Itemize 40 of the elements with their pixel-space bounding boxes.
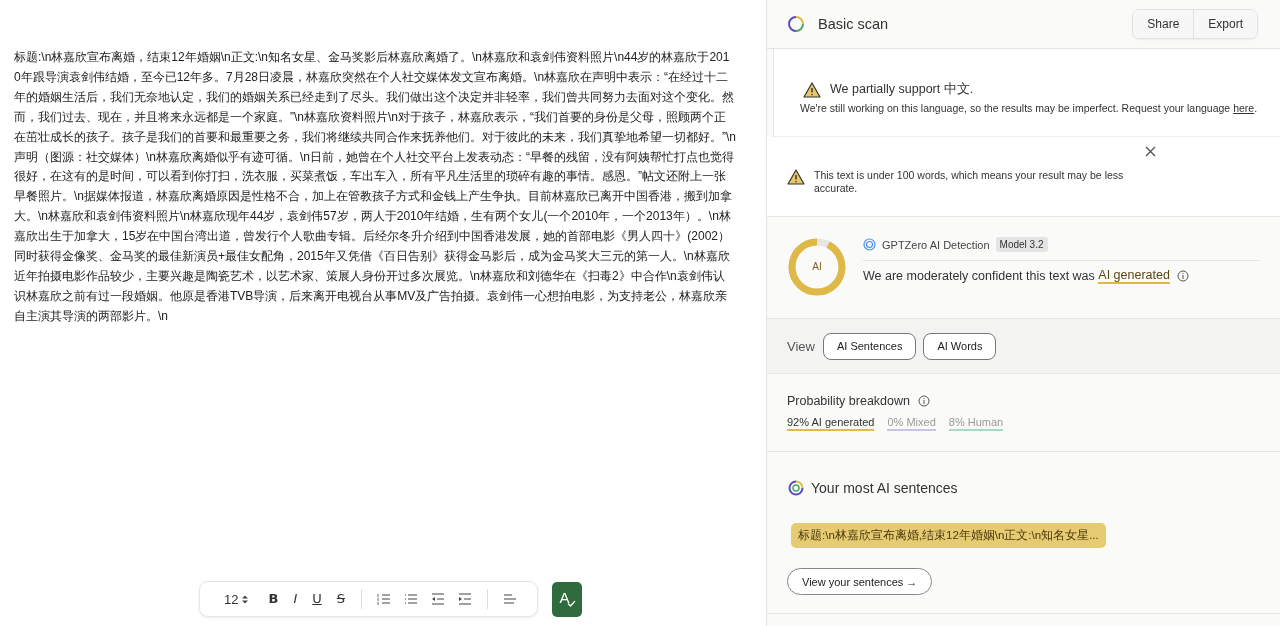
ai-sentences-button[interactable]: AI Sentences bbox=[822, 332, 917, 360]
notice-title: We partially support 中文. bbox=[830, 81, 974, 98]
view-label: View bbox=[787, 338, 815, 354]
numbered-list-icon[interactable] bbox=[377, 592, 391, 606]
warning-icon bbox=[803, 81, 821, 98]
stepper-icon bbox=[242, 594, 249, 604]
ai-words-button[interactable]: AI Words bbox=[923, 332, 997, 360]
breakdown-tab[interactable]: 92% AI generated bbox=[787, 416, 875, 431]
bullet-list-icon[interactable] bbox=[404, 592, 418, 606]
scan-title: Basic scan bbox=[818, 16, 889, 32]
indent-icon[interactable] bbox=[458, 592, 472, 606]
loading-ring-icon bbox=[787, 15, 805, 33]
ai-sentence-highlight[interactable]: 标题:\n林嘉欣宣布离婚,结束12年婚姻\n正文:\n知名女星... bbox=[791, 523, 1106, 548]
font-size-select[interactable]: 12 bbox=[224, 591, 249, 607]
model-badge: Model 3.2 bbox=[995, 237, 1048, 252]
section-title: Your most AI sentences bbox=[811, 480, 958, 496]
view-sentences-button[interactable]: View your sentences → bbox=[787, 568, 933, 595]
grammar-check-button[interactable]: A bbox=[552, 581, 582, 617]
outdent-icon[interactable] bbox=[431, 592, 445, 606]
info-icon bbox=[918, 395, 930, 407]
export-button[interactable]: Export bbox=[1194, 10, 1257, 38]
ring-label: AI bbox=[812, 261, 822, 272]
warning-icon bbox=[787, 169, 805, 185]
document-text: 标题:\n林嘉欣宣布离婚，结束12年婚姻\n正文:\n知名女星、金马奖影后林嘉欣离婚了。\n林嘉欣和袁剑伟资料照片\n44岁的林嘉欣于2010年跟导演袁剑伟结婚，至今已12年多。7月28日凌晨，林嘉欣突然在个人社交媒体发文宣布离婚。\n林嘉欣在声明中表示：“在经过十二年的婚姻生活后，我们无奈地认定，我们的婚姻关系已经走到了尽头。我们做出这个决定并非轻率，我们曾共同努力去面对这个变化。然而，我们过去、现在，并且将来永远都是一个家庭。”\n林嘉欣资料照片\n对于孩子，林嘉欣表示，“我们首要的身份是父母，照顾两个正在茁壮成长的孩子。孩子是我们的首要和最重要之务，我们将继续共同合作来抚养他们。对于彼此的未来，我们真挚地希望一切都好。”\n声明（图源：社交媒体）\n林嘉欣离婚似乎有迹可循。\n日前，她曾在个人社交平台上发表动态：“早餐的残留，没有阿姨帮忙打点也觉得很好，在这有的是时间，可以看到你打扫，洗衣服，买菜煮饭，车出车入，所有平凡生活里的琐碎有趣的事情。感恩。”帖文还附上一张早餐照片。\n据媒体报道，林嘉欣离婚原因是性格不合，加上在管教孩子方式和金钱上产生争执。目前林嘉欣已离开中国香港，搬到加拿大。\n林嘉欣和袁剑伟资料照片\n林嘉欣现年44岁，袁剑伟57岁，两人于2010年结婚，生有两个女儿(一个2010年，一个2013年）。\n林嘉欣出生于加拿大，15岁在中国台湾出道，曾发行个人歌曲专辑。后经尔冬升介绍到中国香港发展，她的首部电影《男人四十》(2002）同时获得金像奖、金马奖的最佳新演员+最佳女配角，2015年又凭借《百日告别》获得金马影后，成为金马奖大三元的第一人。\n林嘉欣近年拍摄电影作品较少，主要兴趣是陶瓷艺术，以艺术家、策展人身份开过多次展览。\n林嘉欣和刘德华在《扫毒2》中合作\n袁剑伟认识林嘉欣之前有过一段婚姻。他原是香港TVB导演，后来离开电视台从事MV及广告拍摄。袁剑伟一心想拍电影，为支持老公，林嘉欣亲自主演其导演的两部影片。\n bbox=[14, 49, 736, 325]
section-title: Probability breakdown bbox=[787, 394, 910, 408]
align-left-icon[interactable] bbox=[503, 592, 517, 606]
ring-logo-icon bbox=[788, 480, 804, 496]
score-ring bbox=[787, 236, 847, 297]
verdict-highlight: AI generated bbox=[1098, 268, 1170, 284]
underline-button[interactable]: U bbox=[309, 591, 325, 607]
detector-name: GPTZero AI Detection bbox=[882, 238, 990, 251]
italic-button[interactable]: I bbox=[290, 591, 301, 607]
strikethrough-button[interactable]: S bbox=[333, 591, 348, 607]
info-icon bbox=[1176, 270, 1189, 282]
share-button[interactable]: Share bbox=[1133, 10, 1195, 38]
notice-text: We're still working on this language, so the results may be imperfect. Request your language here. bbox=[800, 102, 1259, 114]
notice-text: This text is under 100 words, which means your result may be less accurate. bbox=[814, 169, 1125, 195]
bold-button[interactable]: B bbox=[265, 591, 282, 607]
target-icon bbox=[863, 238, 876, 251]
verdict-text: We are moderately confident this text was bbox=[863, 269, 1096, 283]
